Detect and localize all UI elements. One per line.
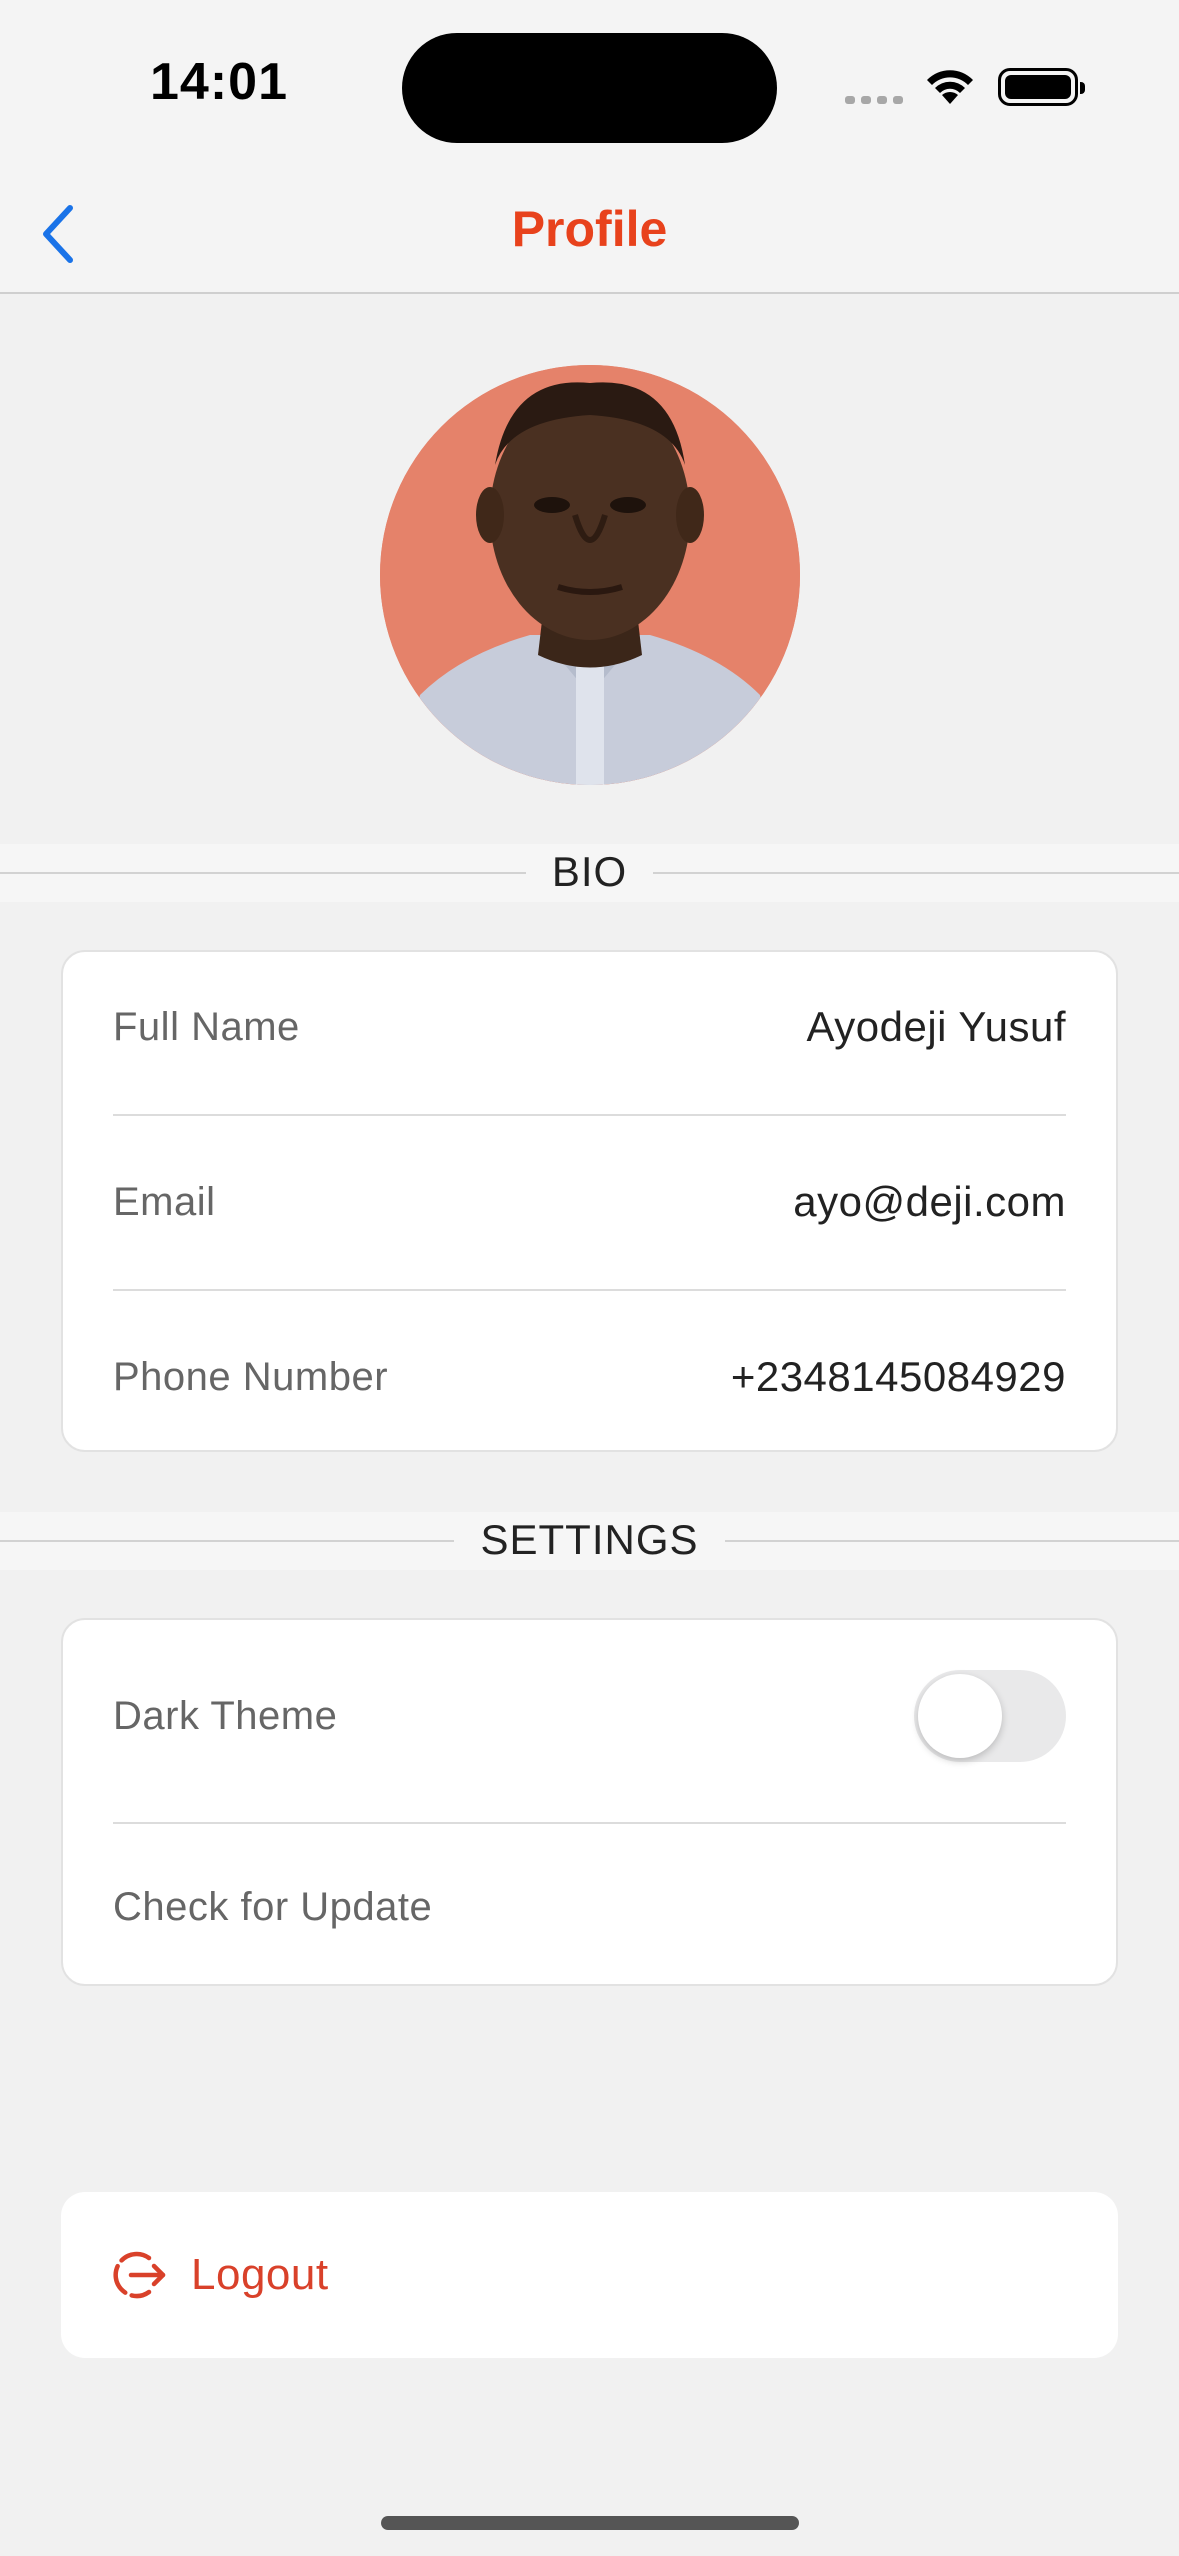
divider (113, 1822, 1066, 1824)
status-time: 14:01 (150, 53, 288, 111)
email-label: Email (113, 1179, 216, 1224)
battery-icon (998, 68, 1085, 106)
logout-icon (113, 2251, 166, 2299)
email-row: Email ayo@deji.com (113, 1167, 1066, 1237)
settings-header-label: SETTINGS (454, 1516, 725, 1563)
dark-theme-row: Dark Theme (113, 1668, 1066, 1764)
divider (113, 1289, 1066, 1291)
bio-section-header: BIO (0, 844, 1179, 902)
dark-theme-label: Dark Theme (113, 1693, 338, 1738)
profile-photo (380, 365, 800, 785)
avatar[interactable] (380, 365, 800, 785)
settings-card: Dark Theme Check for Update (61, 1618, 1118, 1986)
full-name-value: Ayodeji Yusuf (806, 1003, 1066, 1050)
divider (113, 1114, 1066, 1116)
bio-card: Full Name Ayodeji Yusuf Email ayo@deji.c… (61, 950, 1118, 1452)
full-name-label: Full Name (113, 1004, 300, 1049)
logout-label[interactable]: Logout (191, 2250, 329, 2300)
phone-row: Phone Number +2348145084929 (113, 1342, 1066, 1412)
navigation-bar: Profile (0, 180, 1179, 294)
bio-header-label: BIO (525, 848, 654, 895)
settings-section-header: SETTINGS (0, 1512, 1179, 1570)
wifi-icon (927, 70, 973, 104)
dark-theme-toggle[interactable] (914, 1670, 1066, 1762)
page-title: Profile (511, 201, 668, 257)
check-update-row[interactable]: Check for Update (113, 1872, 1066, 1942)
phone-label: Phone Number (113, 1354, 389, 1399)
full-name-row: Full Name Ayodeji Yusuf (113, 992, 1066, 1062)
home-indicator[interactable] (381, 2516, 799, 2530)
check-update-label[interactable]: Check for Update (113, 1885, 432, 1930)
status-bar: 14:01 (0, 0, 1179, 180)
email-value: ayo@deji.com (793, 1178, 1066, 1225)
phone-value: +2348145084929 (730, 1353, 1066, 1400)
dynamic-island (402, 33, 777, 143)
logout-button[interactable]: Logout (61, 2192, 1118, 2358)
toggle-knob (918, 1674, 1002, 1758)
cellular-signal-icon (845, 96, 903, 104)
